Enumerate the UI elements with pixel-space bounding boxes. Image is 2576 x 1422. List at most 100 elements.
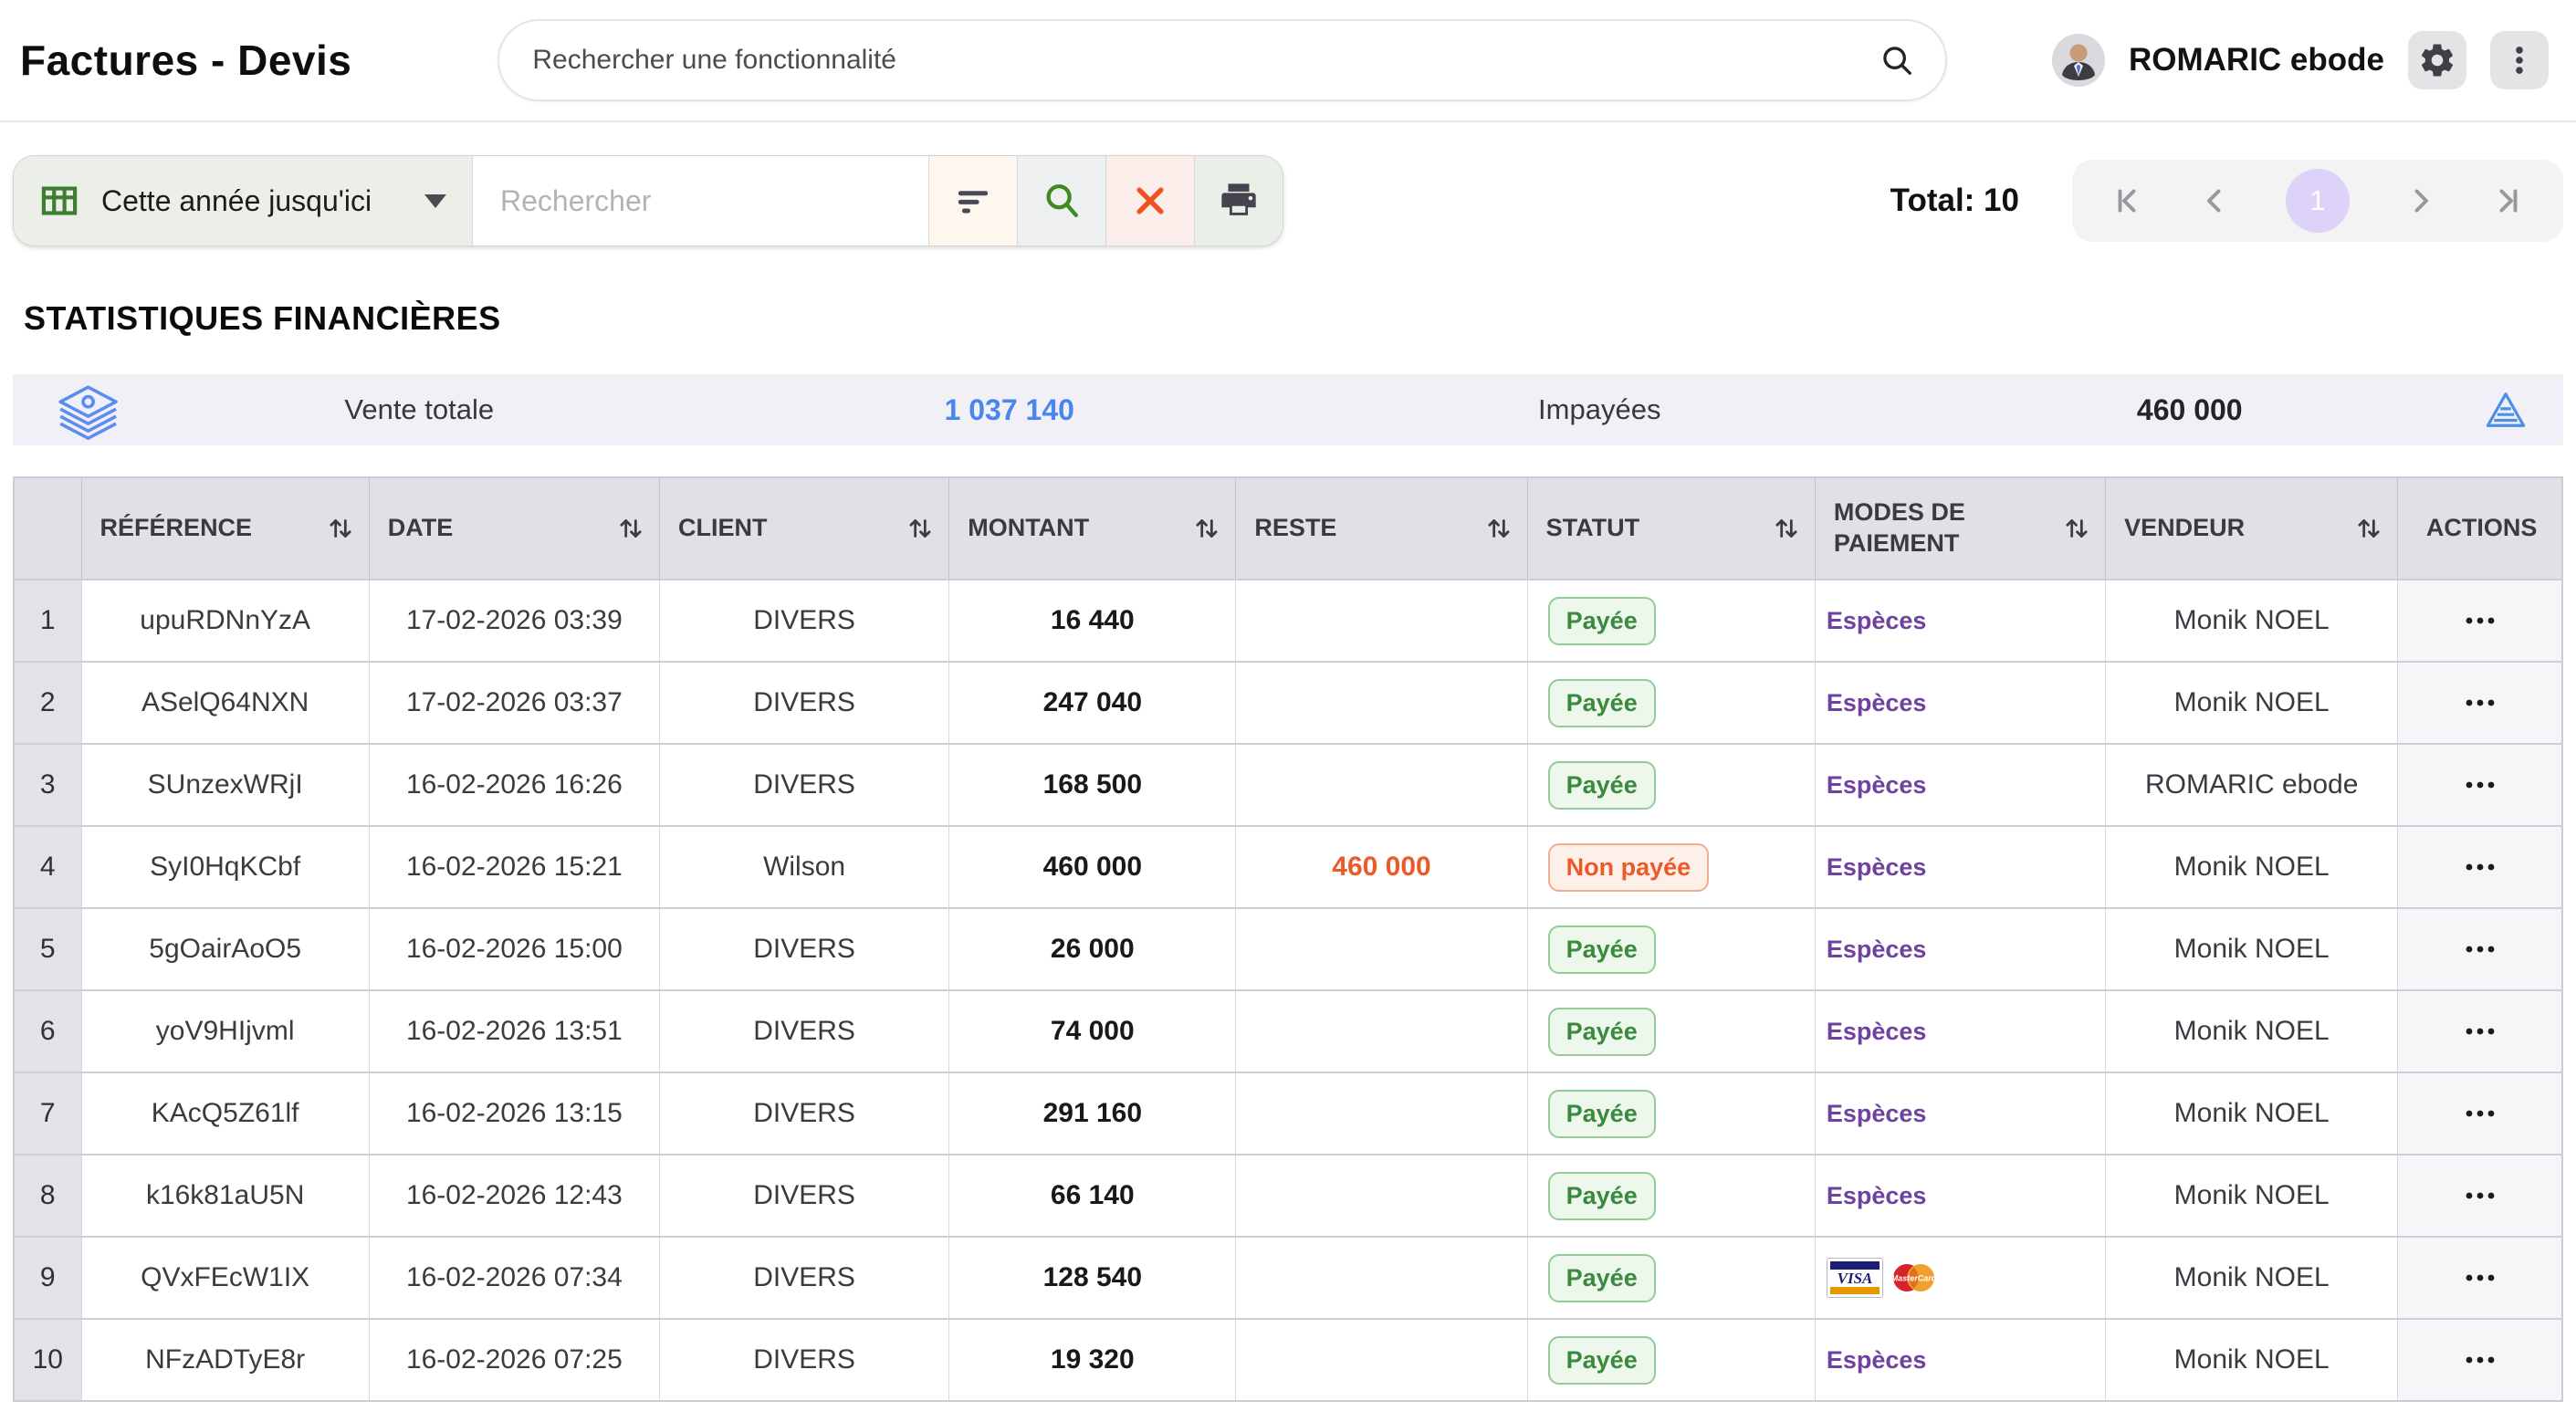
cell-actions xyxy=(2398,662,2562,744)
cell-client: DIVERS xyxy=(659,990,948,1072)
table-row[interactable]: 5 5gOairAoO5 16-02-2026 15:00 DIVERS 26 … xyxy=(14,908,2562,990)
cell-date: 16-02-2026 07:25 xyxy=(369,1319,659,1401)
cell-row-number: 6 xyxy=(14,990,81,1072)
warning-triangle-icon[interactable] xyxy=(2485,391,2527,429)
cell-date: 16-02-2026 15:21 xyxy=(369,826,659,908)
sort-icon[interactable] xyxy=(2355,514,2382,543)
cell-reste xyxy=(1236,580,1527,662)
caret-down-icon xyxy=(424,194,446,208)
cell-date: 17-02-2026 03:37 xyxy=(369,662,659,744)
row-actions-icon[interactable] xyxy=(2405,861,2554,873)
column-header-reference[interactable]: RÉFÉRENCE xyxy=(81,477,369,580)
table-row[interactable]: 4 SyI0HqKCbf 16-02-2026 15:21 Wilson 460… xyxy=(14,826,2562,908)
cell-row-number: 1 xyxy=(14,580,81,662)
row-actions-icon[interactable] xyxy=(2405,1025,2554,1038)
prev-page-button[interactable] xyxy=(2198,184,2231,217)
sort-icon[interactable] xyxy=(2063,514,2090,543)
column-header-date[interactable]: DATE xyxy=(369,477,659,580)
cell-montant: 168 500 xyxy=(949,744,1236,826)
next-page-button[interactable] xyxy=(2404,184,2437,217)
column-header-vendeur[interactable]: VENDEUR xyxy=(2106,477,2398,580)
cell-row-number: 8 xyxy=(14,1155,81,1237)
cell-reference: upuRDNnYzA xyxy=(81,580,369,662)
settings-button[interactable] xyxy=(2408,31,2466,89)
print-button[interactable] xyxy=(1194,156,1283,246)
status-badge: Payée xyxy=(1548,1254,1656,1302)
clear-button[interactable] xyxy=(1105,156,1194,246)
row-actions-icon[interactable] xyxy=(2405,779,2554,791)
table-row[interactable]: 1 upuRDNnYzA 17-02-2026 03:39 DIVERS 16 … xyxy=(14,580,2562,662)
row-actions-icon[interactable] xyxy=(2405,696,2554,709)
column-header-paiement[interactable]: MODES DE PAIEMENT xyxy=(1815,477,2105,580)
period-dropdown[interactable]: Cette année jusqu'ici xyxy=(14,156,472,246)
column-header-montant[interactable]: MONTANT xyxy=(949,477,1236,580)
sort-icon[interactable] xyxy=(1773,514,1800,543)
pager-zone: Total: 10 1 xyxy=(1890,160,2563,242)
sort-icon[interactable] xyxy=(1193,514,1220,543)
column-label: CLIENT xyxy=(678,513,768,544)
column-label: RESTE xyxy=(1254,513,1336,544)
cell-vendeur: Monik NOEL xyxy=(2106,908,2398,990)
search-green-icon xyxy=(1041,180,1083,222)
cell-date: 16-02-2026 13:51 xyxy=(369,990,659,1072)
current-page[interactable]: 1 xyxy=(2286,169,2350,233)
search-icon[interactable] xyxy=(1880,43,1914,78)
cell-row-number: 2 xyxy=(14,662,81,744)
visa-card-icon: VISA xyxy=(1827,1258,1883,1298)
row-actions-icon[interactable] xyxy=(2405,943,2554,956)
cell-statut: Payée xyxy=(1527,1237,1815,1319)
cell-client: DIVERS xyxy=(659,744,948,826)
table-row[interactable]: 8 k16k81aU5N 16-02-2026 12:43 DIVERS 66 … xyxy=(14,1155,2562,1237)
first-page-button[interactable] xyxy=(2110,184,2143,217)
sort-icon[interactable] xyxy=(617,514,644,543)
cell-montant: 128 540 xyxy=(949,1237,1236,1319)
cell-paiement: Espèces xyxy=(1815,1319,2105,1401)
sort-icon[interactable] xyxy=(327,514,354,543)
global-search-input[interactable] xyxy=(530,44,1880,77)
filter-button[interactable] xyxy=(928,156,1017,246)
user-cluster: ROMARIC ebode xyxy=(2052,31,2549,89)
table-row[interactable]: 2 ASelQ64NXN 17-02-2026 03:37 DIVERS 247… xyxy=(14,662,2562,744)
table-row[interactable]: 9 QVxFEcW1IX 16-02-2026 07:34 DIVERS 128… xyxy=(14,1237,2562,1319)
table-row[interactable]: 7 KAcQ5Z61lf 16-02-2026 13:15 DIVERS 291… xyxy=(14,1072,2562,1155)
search-button[interactable] xyxy=(1017,156,1105,246)
row-actions-icon[interactable] xyxy=(2405,1107,2554,1120)
cell-client: DIVERS xyxy=(659,1155,948,1237)
column-header-reste[interactable]: RESTE xyxy=(1236,477,1527,580)
row-actions-icon[interactable] xyxy=(2405,1354,2554,1366)
table-row[interactable]: 6 yoV9HIjvml 16-02-2026 13:51 DIVERS 74 … xyxy=(14,990,2562,1072)
table-row[interactable]: 10 NFzADTyE8r 16-02-2026 07:25 DIVERS 19… xyxy=(14,1319,2562,1401)
cell-vendeur: Monik NOEL xyxy=(2106,1072,2398,1155)
stat-value-impayees: 460 000 xyxy=(1895,393,2486,427)
cell-row-number: 3 xyxy=(14,744,81,826)
table-row[interactable]: 3 SUnzexWRjI 16-02-2026 16:26 DIVERS 168… xyxy=(14,744,2562,826)
column-label: ACTIONS xyxy=(2426,513,2538,544)
column-header-client[interactable]: CLIENT xyxy=(659,477,948,580)
cell-reste xyxy=(1236,1319,1527,1401)
status-badge: Non payée xyxy=(1548,843,1710,892)
sort-icon[interactable] xyxy=(906,514,934,543)
column-label: STATUT xyxy=(1546,513,1639,544)
column-header-actions: ACTIONS xyxy=(2398,477,2562,580)
invoices-table: RÉFÉRENCEDATE CLIENT MONTANT RESTE STATUT MOD… xyxy=(13,476,2563,1402)
cell-paiement: Espèces xyxy=(1815,826,2105,908)
sort-icon[interactable] xyxy=(1485,514,1513,543)
cell-date: 16-02-2026 12:43 xyxy=(369,1155,659,1237)
cell-paiement: Espèces xyxy=(1815,908,2105,990)
cell-montant: 74 000 xyxy=(949,990,1236,1072)
table-search-input[interactable] xyxy=(473,184,928,218)
cell-vendeur: Monik NOEL xyxy=(2106,662,2398,744)
row-actions-icon[interactable] xyxy=(2405,614,2554,627)
last-page-button[interactable] xyxy=(2492,184,2525,217)
cell-montant: 16 440 xyxy=(949,580,1236,662)
cell-statut: Payée xyxy=(1527,990,1815,1072)
column-header-statut[interactable]: STATUT xyxy=(1527,477,1815,580)
card-logos: VISAMasterCard xyxy=(1827,1258,2098,1298)
avatar[interactable] xyxy=(2052,34,2105,87)
row-actions-icon[interactable] xyxy=(2405,1271,2554,1284)
table-search-field xyxy=(472,156,928,246)
cell-actions xyxy=(2398,580,2562,662)
more-menu-button[interactable] xyxy=(2490,31,2549,89)
row-actions-icon[interactable] xyxy=(2405,1189,2554,1202)
stat-value-vente-totale[interactable]: 1 037 140 xyxy=(715,393,1305,427)
